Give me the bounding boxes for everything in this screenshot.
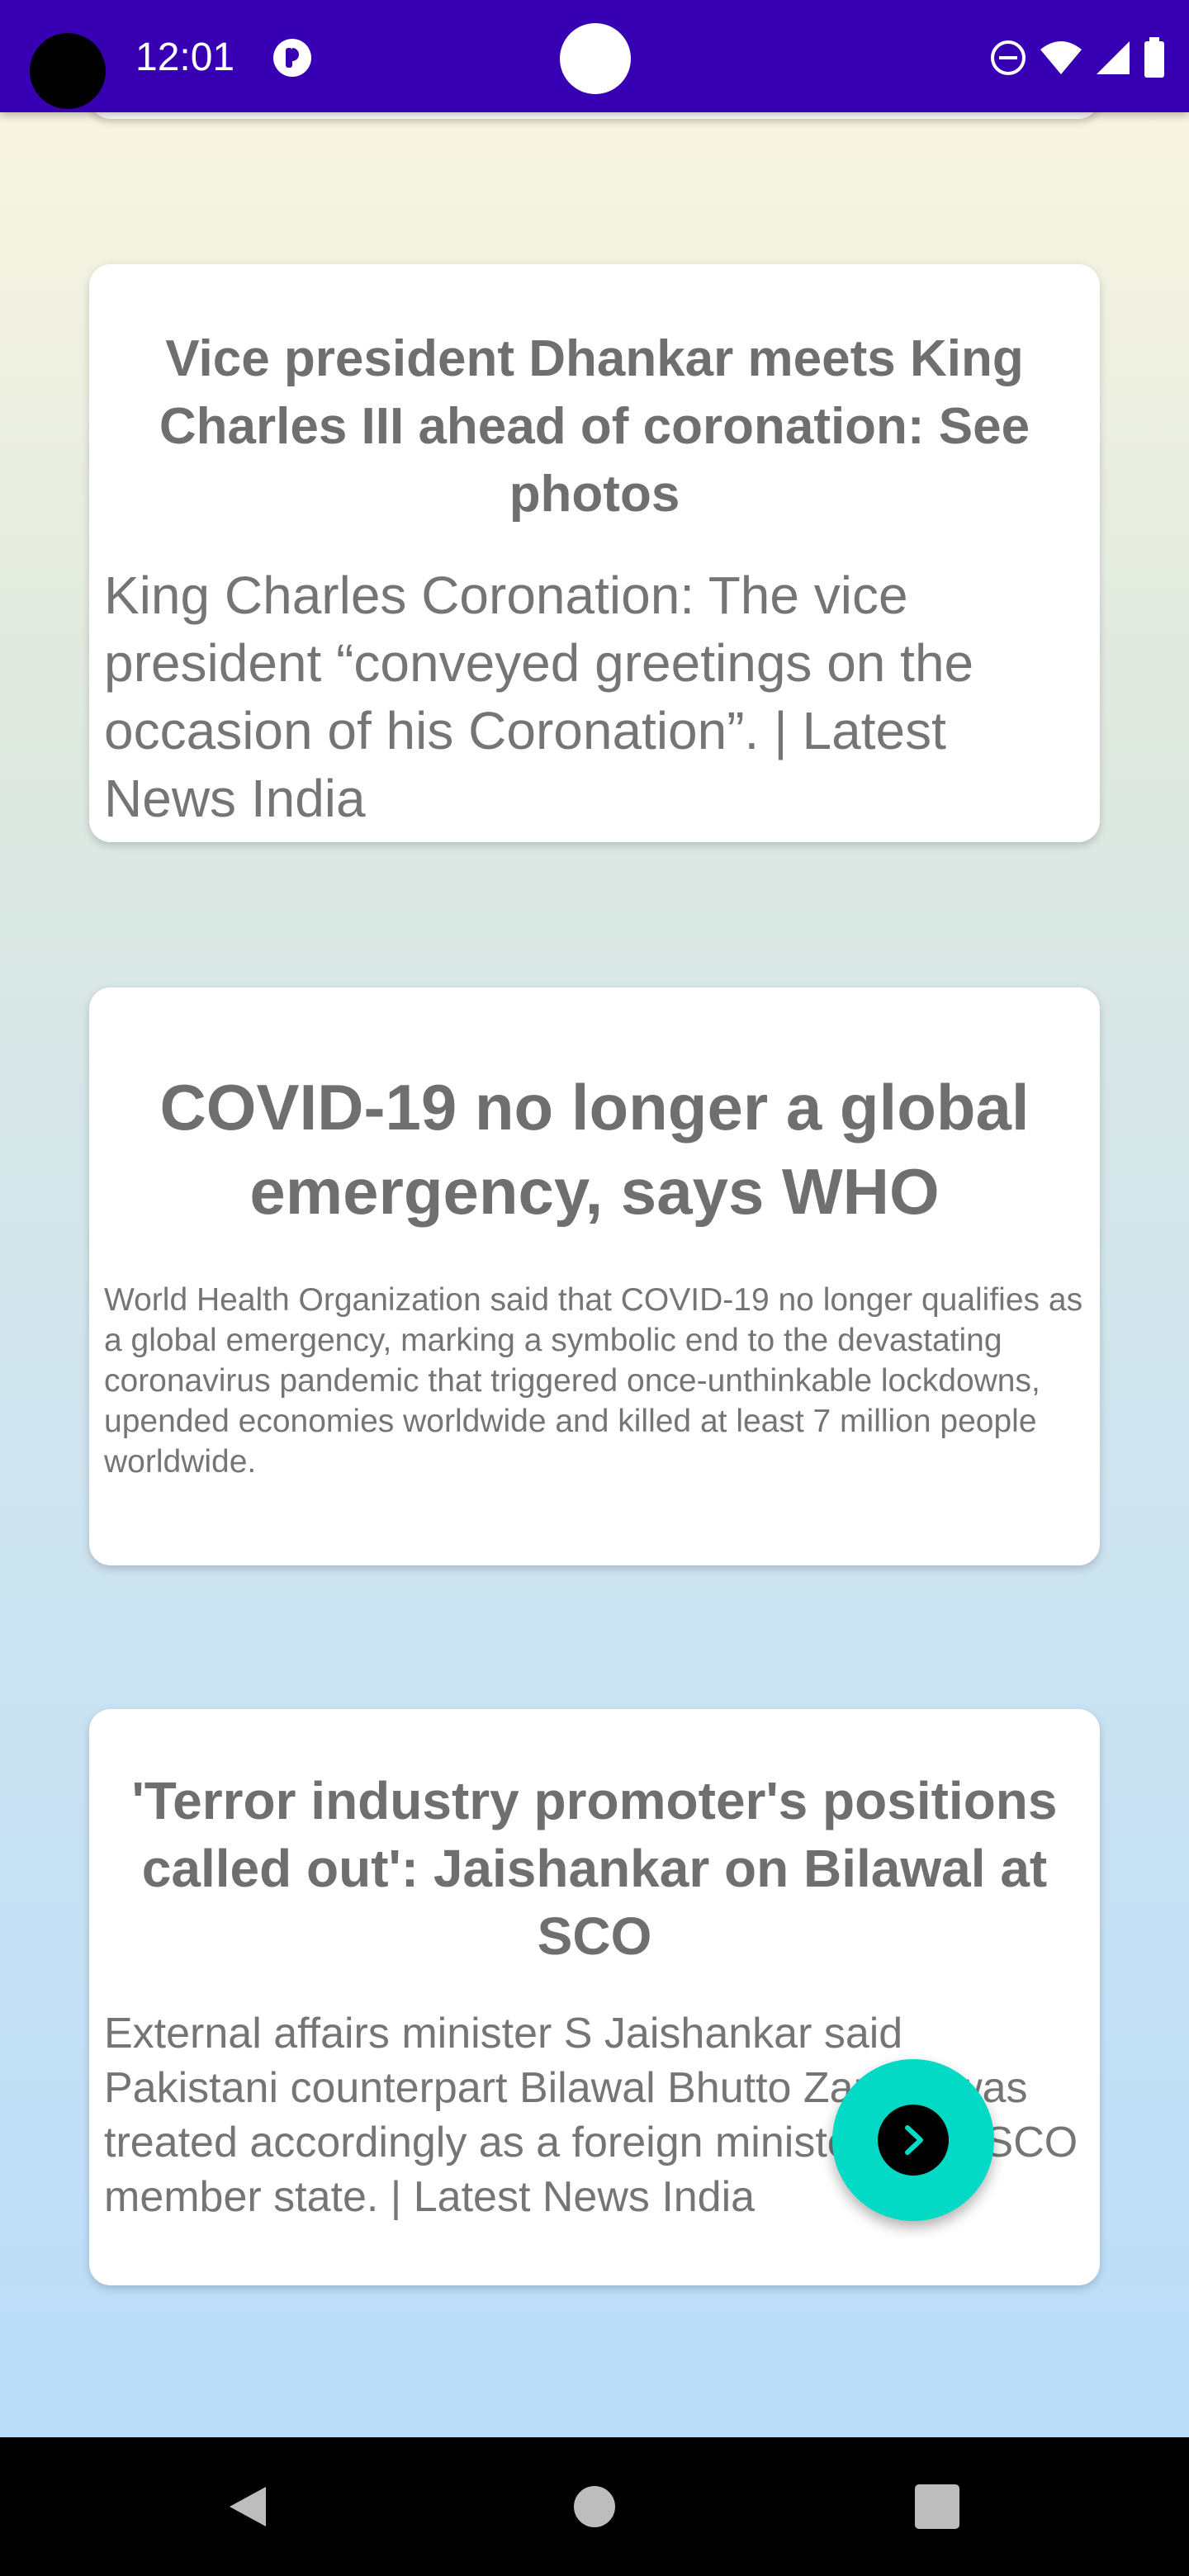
camera-cutout <box>30 33 106 109</box>
news-card-title: COVID-19 no longer a global emergency, s… <box>159 1071 1030 1228</box>
news-card-description: King Charles Coronation: The vice presid… <box>104 566 974 828</box>
home-icon <box>574 2486 615 2527</box>
news-card-title: 'Terror industry promoter's positions ca… <box>131 1771 1058 1966</box>
chevron-right-icon <box>878 2105 949 2176</box>
wifi-icon <box>1039 40 1083 76</box>
app-notification-icon <box>271 36 314 79</box>
status-time: 12:01 <box>135 36 235 79</box>
status-icons <box>989 33 1166 83</box>
news-card-title: Vice president Dhankar meets King Charle… <box>159 330 1030 523</box>
news-card-description: World Health Organization said that COVI… <box>104 1282 1083 1480</box>
home-button[interactable] <box>553 2437 636 2576</box>
next-fab-button[interactable] <box>832 2059 994 2221</box>
recents-icon <box>915 2484 959 2529</box>
do-not-disturb-icon <box>989 39 1027 77</box>
status-bar: 12:01 <box>0 0 1189 112</box>
news-card[interactable]: Vice president Dhankar meets King Charle… <box>89 264 1100 842</box>
navigation-bar <box>0 2437 1189 2576</box>
signal-icon <box>1095 40 1131 76</box>
recents-button[interactable] <box>896 2437 978 2576</box>
back-icon <box>230 2487 266 2526</box>
news-card[interactable]: COVID-19 no longer a global emergency, s… <box>89 987 1100 1565</box>
front-camera <box>560 23 631 94</box>
battery-icon <box>1143 37 1166 78</box>
back-button[interactable] <box>206 2437 289 2576</box>
